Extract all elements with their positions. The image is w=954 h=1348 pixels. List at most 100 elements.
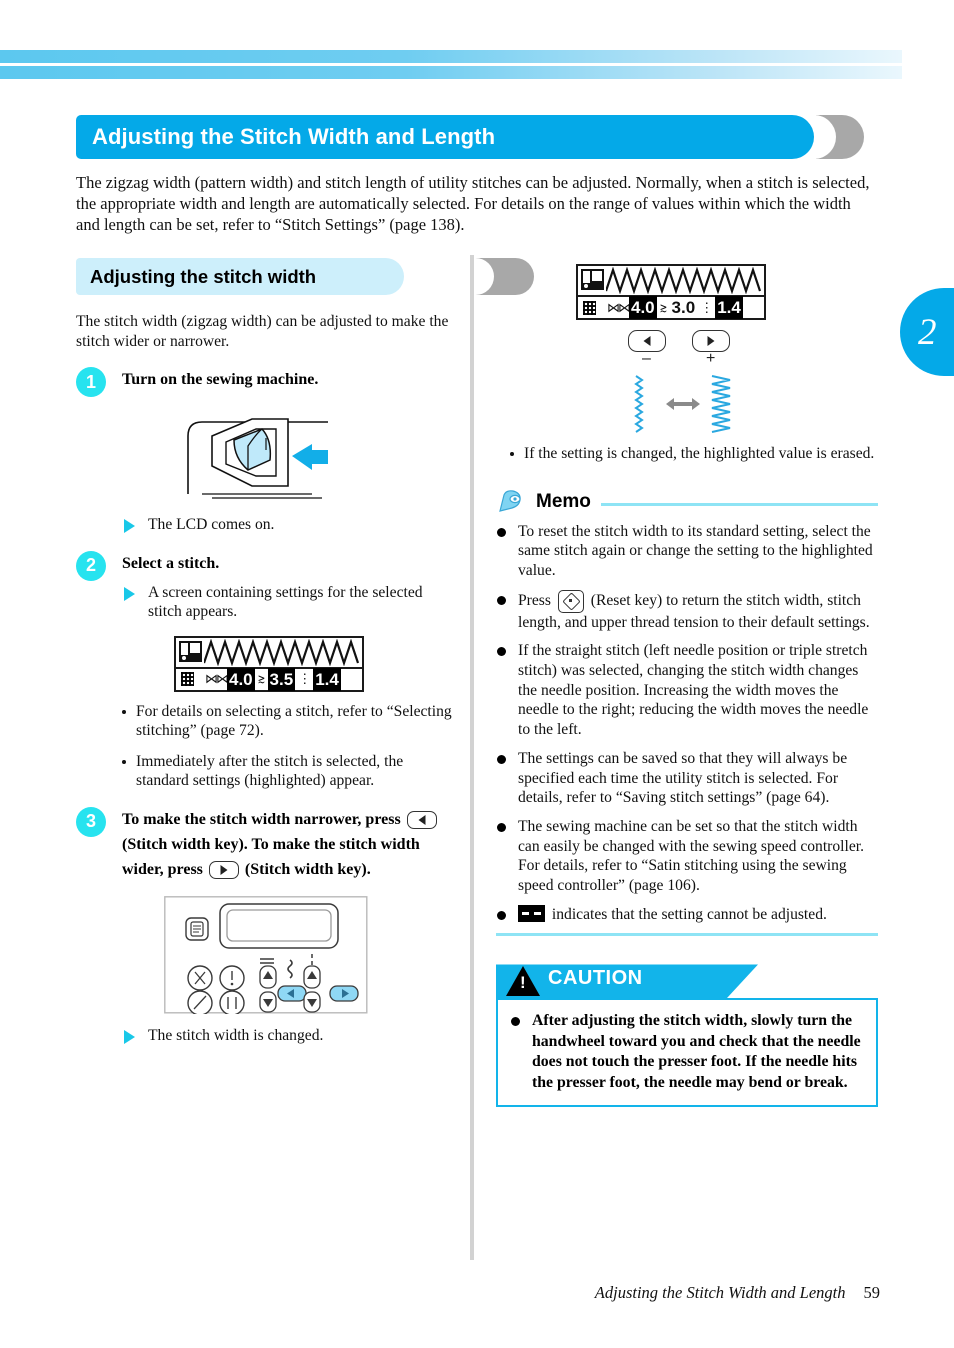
stitch-width-increase-key-icon[interactable] <box>692 330 730 352</box>
memo-section: Memo To reset the stitch width to its st… <box>496 488 878 937</box>
step-2: 2 Select a stitch. <box>76 550 458 581</box>
top-bar-lower <box>0 66 902 79</box>
subsection-intro-text: The stitch width (zigzag width) can be a… <box>76 313 449 350</box>
step-1: 1 Turn on the sewing machine. <box>76 367 458 397</box>
thread-tension-icon: ⋮ <box>700 299 713 315</box>
section-header-arrow-icon <box>806 115 864 159</box>
stitch-width-decrease-key-icon[interactable] <box>406 810 437 829</box>
step-3-title-part3: (Stitch width key). <box>244 860 371 878</box>
step-1-result: The LCD comes on. <box>122 515 458 535</box>
left-column: The stitch width (zigzag width) can be a… <box>76 312 458 1051</box>
list-item: To reset the stitch width to its standar… <box>496 522 878 581</box>
stitch-width-decrease-key-icon[interactable] <box>628 330 666 352</box>
memo-noadjust-text: indicates that the setting cannot be adj… <box>551 905 827 923</box>
list-item: For details on selecting a stitch, refer… <box>122 702 458 741</box>
lcd-left-pattern-row <box>176 638 362 669</box>
section-intro-text: The zigzag width (pattern width) and sti… <box>76 173 870 234</box>
stitch-width-increase-key-icon[interactable] <box>208 860 239 879</box>
list-item: If the straight stitch (left needle posi… <box>496 641 878 740</box>
subsection-title: Adjusting the stitch width <box>90 265 317 287</box>
page-footer: Adjusting the Stitch Width and Length 59 <box>0 1283 880 1303</box>
lcd-left-values-row: ⋈⋈ 4.0 ≳ 3.5 ⋮ 1.4 <box>176 667 362 691</box>
lcd-display-right: ⋈⋈ 4.0 ≳ 3.0 ⋮ 1.4 <box>576 264 766 320</box>
result-triangle-icon <box>124 519 135 533</box>
narrow-wide-stitch-icon <box>634 375 731 433</box>
lcd-right-pattern-row <box>578 266 764 297</box>
memo-bottom-rule <box>496 933 878 937</box>
stitch-grid-icon <box>181 672 194 686</box>
stitch-length-icon: ≳ <box>257 671 265 686</box>
chapter-tab-number: 2 <box>918 311 937 353</box>
lcd-left-thread-tension: 1.4 <box>313 667 341 691</box>
lcd-right-stitch-width: 4.0 <box>629 296 657 319</box>
step-3: 3 To make the stitch width narrower, pre… <box>76 806 458 882</box>
memo-items: To reset the stitch width to its standar… <box>496 522 878 925</box>
section-header: Adjusting the Stitch Width and Length <box>76 115 876 159</box>
step-2-title: Select a stitch. <box>122 554 220 572</box>
step-2-bullets: For details on selecting a stitch, refer… <box>76 702 458 791</box>
stitch-width-comparison-illustration: – + <box>496 328 878 438</box>
reset-key-icon[interactable] <box>557 589 584 613</box>
memo-rule <box>600 503 878 506</box>
memo-header: Memo <box>496 488 878 516</box>
plus-sign-label: + <box>706 350 716 367</box>
presser-foot-icon <box>581 269 604 290</box>
memo-title: Memo <box>536 490 591 512</box>
section-header-bar: Adjusting the Stitch Width and Length <box>76 115 814 159</box>
step-1-title: Turn on the sewing machine. <box>122 371 319 388</box>
stitch-length-icon: ≳ <box>659 299 667 315</box>
caution-label: CAUTION <box>548 967 643 990</box>
page-title: Adjusting the Stitch Width and Length <box>92 124 496 149</box>
result-triangle-icon <box>124 586 135 601</box>
step-2-number: 2 <box>76 550 106 581</box>
lcd-right-thread-tension: 1.4 <box>715 296 743 319</box>
list-item: The settings can be saved so that they w… <box>496 749 878 808</box>
caution-header: ! CAUTION <box>496 964 758 999</box>
subsection-header: Adjusting the stitch width <box>76 258 534 295</box>
caution-body: After adjusting the stitch width, slowly… <box>496 998 878 1108</box>
result-triangle-icon <box>124 1029 135 1044</box>
tension-icon: ⋈⋈ <box>205 671 229 686</box>
chapter-tab: 2 <box>900 288 954 376</box>
list-item: After adjusting the stitch width, slowly… <box>510 1011 864 1093</box>
setting-not-adjustable-icon <box>518 904 545 922</box>
step-2-result: A screen containing settings for the sel… <box>122 583 458 622</box>
step-3-result-text: The stitch width is changed. <box>148 1026 324 1044</box>
step-1-number: 1 <box>76 367 106 397</box>
memo-reset-prefix: Press <box>518 591 551 609</box>
step-3-title-part1: To make the stitch width narrower, press <box>122 810 401 828</box>
list-item: Press (Reset key) to return the stitch w… <box>496 589 878 633</box>
step-3-result: The stitch width is changed. <box>122 1026 458 1046</box>
footer-page-number: 59 <box>863 1283 881 1302</box>
minus-sign-label: – <box>642 350 651 367</box>
lcd-display-left: ⋈⋈ 4.0 ≳ 3.5 ⋮ 1.4 <box>174 635 364 692</box>
tension-icon: ⋈⋈ <box>607 299 631 315</box>
step-3-number: 3 <box>76 806 106 837</box>
lcd-left-stitch-width: 4.0 <box>227 667 255 691</box>
subsection-header-bar: Adjusting the stitch width <box>76 258 404 295</box>
zigzag-pattern-icon <box>204 638 360 666</box>
list-item: Immediately after the stitch is selected… <box>122 752 458 791</box>
list-item: The sewing machine can be set so that th… <box>496 817 878 896</box>
power-switch-illustration <box>76 398 458 508</box>
step-2-result-text: A screen containing settings for the sel… <box>148 583 423 621</box>
lcd-left-stitch-length: 3.5 <box>267 667 296 691</box>
list-item: If the setting is changed, the highlight… <box>510 444 878 464</box>
presser-foot-icon <box>179 640 202 662</box>
caution-section: ! CAUTION After adjusting the stitch wid… <box>496 964 878 1108</box>
caution-items: After adjusting the stitch width, slowly… <box>510 1011 864 1093</box>
list-item: indicates that the setting cannot be adj… <box>496 904 878 925</box>
lcd-right-values-row: ⋈⋈ 4.0 ≳ 3.0 ⋮ 1.4 <box>578 296 764 319</box>
footer-title: Adjusting the Stitch Width and Length <box>594 1283 846 1302</box>
thread-tension-icon: ⋮ <box>298 671 311 686</box>
zigzag-pattern-icon <box>606 267 762 294</box>
column-divider <box>470 255 474 1260</box>
control-panel-illustration <box>164 895 458 1019</box>
lcd-right-stitch-length: 3.0 <box>671 298 696 317</box>
step-1-result-text: The LCD comes on. <box>148 516 275 533</box>
stitch-grid-icon <box>583 300 596 315</box>
memo-pencil-icon <box>499 489 521 512</box>
right-column: ⋈⋈ 4.0 ≳ 3.0 ⋮ 1.4 – + If the setting is… <box>496 258 878 1108</box>
warning-exclamation-icon: ! <box>520 973 526 993</box>
top-bar-upper <box>0 50 902 63</box>
